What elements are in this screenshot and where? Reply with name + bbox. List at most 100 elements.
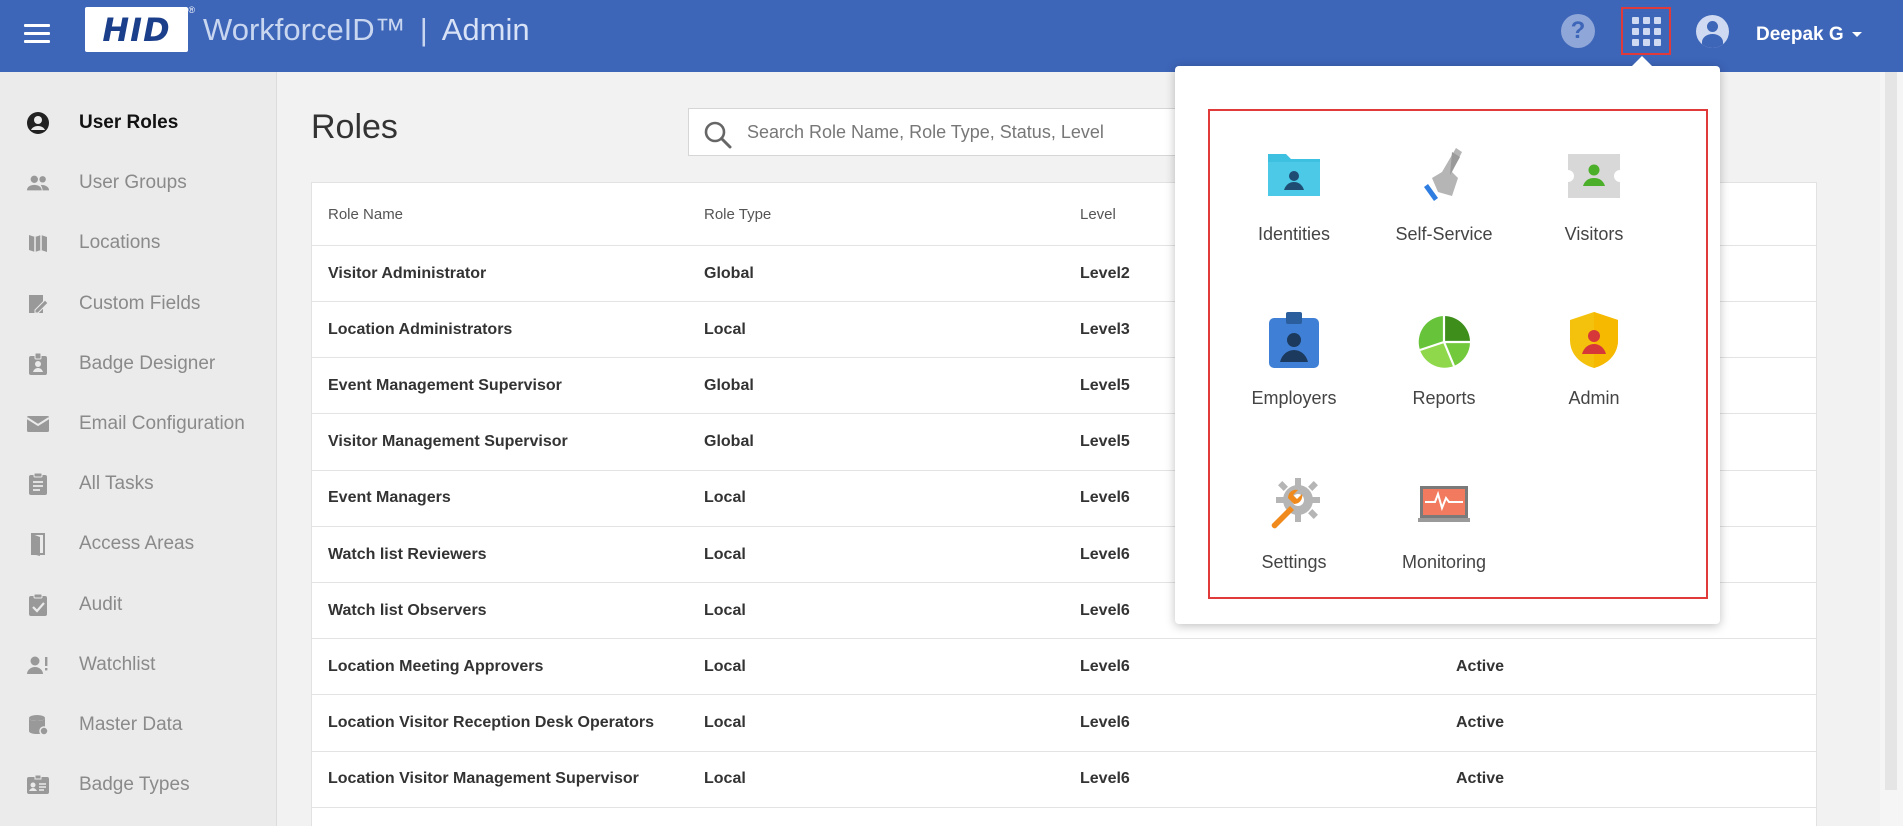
sidebar-item-label: Custom Fields (79, 292, 201, 314)
app-launcher-button[interactable] (1621, 7, 1671, 55)
sidebar-item-user-roles[interactable]: User Roles (0, 101, 277, 145)
app-tile-visitors[interactable]: Visitors (1519, 146, 1669, 276)
table-cell: Level3 (1080, 320, 1130, 338)
table-cell: Local (704, 489, 746, 507)
app-tile-label: Visitors (1564, 224, 1624, 244)
app-tile-label: Identities (1257, 224, 1331, 244)
id-card-icon (26, 773, 50, 797)
sidebar-item-audit[interactable]: Audit (0, 583, 277, 627)
table-cell: Event Management Supervisor (328, 376, 562, 394)
table-cell: Location Visitor Reception Desk Operator… (328, 714, 655, 732)
sidebar-item-watchlist[interactable]: Watchlist (0, 643, 277, 687)
app-tile-monitoring[interactable]: Monitoring (1369, 474, 1519, 604)
app-brand: WorkforceID™ | Admin (203, 12, 530, 48)
table-cell: Local (704, 657, 746, 675)
table-cell: Location Visitor Management Supervisor (328, 770, 639, 788)
table-cell: Local (704, 545, 746, 563)
table-row[interactable]: Location Visitor Reception Desk Operator… (312, 696, 1816, 752)
app-tile-label: Monitoring (1401, 552, 1487, 572)
sidebar-item-label: Master Data (79, 714, 183, 735)
sidebar-item-label: User Groups (79, 172, 187, 194)
search-icon (704, 121, 732, 149)
sidebar-item-label: Audit (79, 593, 123, 615)
employee-badge-icon (1266, 310, 1322, 370)
app-tile-label: Admin (1568, 388, 1620, 408)
sidebar-item-access-areas[interactable]: Access Areas (0, 522, 277, 566)
table-row[interactable]: Location Visitor Management Supervisor Lo… (312, 752, 1816, 808)
help-icon[interactable]: ? (1561, 14, 1595, 48)
table-cell: Active (1456, 770, 1505, 788)
table-cell: Local (704, 601, 746, 619)
column-header[interactable]: Role Type (704, 183, 771, 245)
column-header[interactable]: Role Name (328, 183, 403, 245)
section-name: Admin (441, 12, 530, 47)
sidebar-item-all-tasks[interactable]: All Tasks (0, 462, 277, 506)
edit-fields-icon (26, 292, 50, 316)
logo-registered-mark: ® (188, 5, 195, 15)
sidebar-item-locations[interactable]: Locations (0, 221, 277, 265)
table-cell: Global (704, 376, 754, 394)
menu-icon[interactable] (24, 24, 50, 46)
user-menu[interactable]: Deepak G (1756, 24, 1862, 46)
visitor-ticket-icon (1566, 146, 1622, 206)
sidebar-item-label: User Roles (79, 112, 179, 133)
door-icon (26, 532, 50, 557)
user-avatar-icon[interactable] (1696, 15, 1729, 48)
app-tile-settings[interactable]: Settings (1219, 474, 1369, 604)
sidebar-item-badge-designer[interactable]: Badge Designer (0, 342, 277, 386)
table-cell: Location Administrators (328, 320, 513, 338)
hid-logo: HID ® (85, 5, 195, 52)
sidebar-item-email-configuration[interactable]: Email Configuration (0, 402, 277, 446)
table-cell: Active (1456, 714, 1505, 732)
table-cell: Level5 (1080, 433, 1130, 451)
table-cell: Event Managers (328, 489, 451, 507)
sidebar-item-user-groups[interactable]: User Groups (0, 161, 277, 205)
column-header[interactable]: Level (1080, 183, 1116, 245)
group-icon (26, 171, 50, 195)
sidebar-item-label: Badge Designer (79, 352, 216, 374)
table-row[interactable]: Location Meeting Approvers Local Level6 Act… (312, 639, 1816, 696)
table-cell: Level6 (1080, 714, 1130, 732)
folder-person-icon (1266, 146, 1322, 206)
person-alert-icon (26, 653, 50, 677)
app-launcher-grid: Identities Self-Service Visitors Employers R… (1208, 109, 1708, 599)
page-scrollbar[interactable] (1880, 72, 1903, 826)
table-cell: Level2 (1080, 264, 1130, 282)
table-cell: Level6 (1080, 657, 1130, 675)
table-cell: Level6 (1080, 601, 1130, 619)
pie-chart-icon (1416, 310, 1472, 370)
app-tile-reports[interactable]: Reports (1369, 310, 1519, 440)
sidebar-item-badge-types[interactable]: Badge Types (0, 763, 277, 807)
table-cell: Local (704, 714, 746, 732)
app-tile-identities[interactable]: Identities (1219, 146, 1369, 276)
app-tile-employers[interactable]: Employers (1219, 310, 1369, 440)
table-cell: Watch list Observers (328, 601, 487, 619)
table-cell: Level5 (1080, 376, 1130, 394)
app-tile-admin[interactable]: Admin (1519, 310, 1669, 440)
grid-icon (1631, 16, 1661, 46)
table-cell: Location Meeting Approvers (328, 657, 544, 675)
sidebar-item-label: All Tasks (79, 473, 154, 495)
table-cell: Visitor Administrator (328, 264, 487, 282)
clipboard-icon (26, 472, 50, 496)
shield-person-icon (1566, 310, 1622, 370)
app-tile-label: Reports (1412, 388, 1476, 408)
app-tile-label: Employers (1251, 388, 1337, 408)
top-bar: HID ® WorkforceID™ | Admin ? Deepak G (0, 0, 1903, 72)
table-cell: Level6 (1080, 545, 1130, 563)
app-launcher-popup: Identities Self-Service Visitors Employers R… (1175, 56, 1720, 624)
sidebar-item-custom-fields[interactable]: Custom Fields (0, 282, 277, 326)
monitor-pulse-icon (1416, 474, 1472, 534)
app-tile-self-service[interactable]: Self-Service (1369, 146, 1519, 276)
sidebar-item-master-data[interactable]: Master Data (0, 703, 277, 747)
touch-hand-icon (1416, 146, 1472, 206)
app-tile-label: Self-Service (1395, 224, 1493, 244)
sidebar-item-label: Access Areas (79, 533, 195, 555)
sidebar: User Roles User Groups Locations Custom Fie… (0, 72, 277, 826)
scrollbar-thumb[interactable] (1885, 72, 1897, 790)
wrench-gear-icon (1266, 474, 1322, 534)
search-box (688, 108, 1188, 156)
product-name: WorkforceID™ (203, 12, 406, 47)
table-cell: Local (704, 320, 746, 338)
search-input[interactable] (737, 109, 1177, 155)
